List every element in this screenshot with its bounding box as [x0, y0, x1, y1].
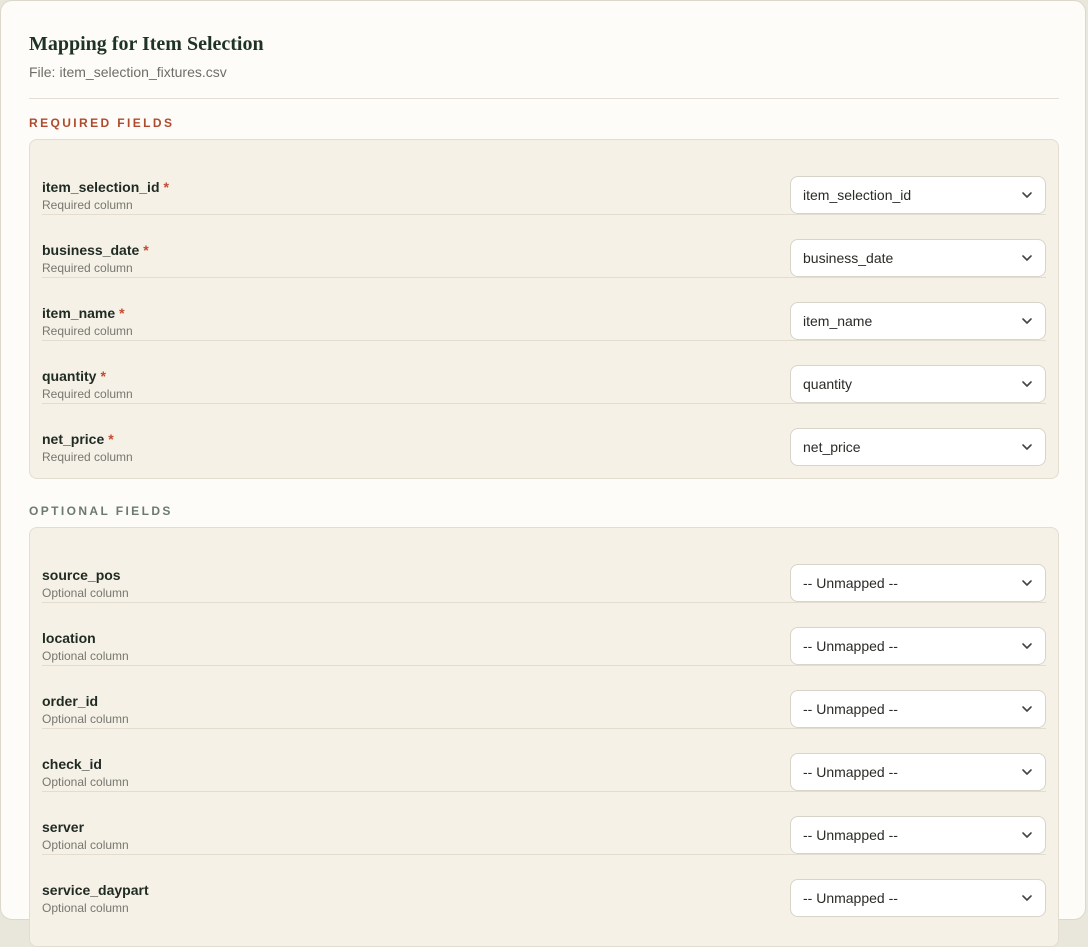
field-row-item-selection-id: item_selection_id * Required column item_… — [42, 152, 1046, 215]
select-value: -- Unmapped -- — [803, 764, 898, 780]
file-name: item_selection_fixtures.csv — [59, 64, 227, 80]
chevron-down-icon — [1022, 381, 1032, 387]
field-name-text: business_date — [42, 242, 140, 258]
field-name: source_pos — [42, 567, 121, 583]
field-row-order-id: order_id Optional column -- Unmapped -- — [42, 666, 1046, 729]
field-row-source-pos: source_pos Optional column -- Unmapped -… — [42, 540, 1046, 603]
chevron-down-icon — [1022, 706, 1032, 712]
select-value: -- Unmapped -- — [803, 701, 898, 717]
chevron-down-icon — [1022, 832, 1032, 838]
column-select-net-price[interactable]: net_price — [790, 428, 1046, 466]
optional-fields-panel: source_pos Optional column -- Unmapped -… — [29, 527, 1059, 947]
column-select-quantity[interactable]: quantity — [790, 365, 1046, 403]
select-value: quantity — [803, 376, 853, 392]
field-description: Required column — [42, 324, 133, 338]
field-description: Optional column — [42, 901, 129, 915]
column-select-source-pos[interactable]: -- Unmapped -- — [790, 564, 1046, 602]
select-value: item_selection_id — [803, 187, 912, 203]
field-description: Optional column — [42, 838, 129, 852]
field-row-location: location Optional column -- Unmapped -- — [42, 603, 1046, 666]
select-value: net_price — [803, 439, 861, 455]
column-select-order-id[interactable]: -- Unmapped -- — [790, 690, 1046, 728]
column-select-check-id[interactable]: -- Unmapped -- — [790, 753, 1046, 791]
chevron-down-icon — [1022, 769, 1032, 775]
select-value: -- Unmapped -- — [803, 890, 898, 906]
required-asterisk: * — [143, 242, 149, 258]
field-name-text: net_price — [42, 431, 105, 447]
field-name: location — [42, 630, 96, 646]
chevron-down-icon — [1022, 192, 1032, 198]
field-name: net_price * — [42, 431, 114, 447]
required-asterisk: * — [100, 368, 106, 384]
field-description: Required column — [42, 198, 133, 212]
chevron-down-icon — [1022, 580, 1032, 586]
field-row-item-name: item_name * Required column item_name — [42, 278, 1046, 341]
mapping-page: Mapping for Item Selection File: item_sel… — [0, 0, 1086, 947]
field-name: quantity * — [42, 368, 106, 384]
field-name-text: item_name — [42, 305, 116, 321]
field-row-check-id: check_id Optional column -- Unmapped -- — [42, 729, 1046, 792]
field-description: Optional column — [42, 775, 129, 789]
column-select-business-date[interactable]: business_date — [790, 239, 1046, 277]
column-select-item-selection-id[interactable]: item_selection_id — [790, 176, 1046, 214]
field-row-server: server Optional column -- Unmapped -- — [42, 792, 1046, 855]
select-value: item_name — [803, 313, 873, 329]
page-title: Mapping for Item Selection — [29, 33, 264, 55]
file-label: File: — [29, 64, 56, 80]
chevron-down-icon — [1022, 318, 1032, 324]
select-value: -- Unmapped -- — [803, 575, 898, 591]
column-select-location[interactable]: -- Unmapped -- — [790, 627, 1046, 665]
chevron-down-icon — [1022, 444, 1032, 450]
chevron-down-icon — [1022, 895, 1032, 901]
field-name: business_date * — [42, 242, 149, 258]
header-divider — [29, 98, 1059, 99]
column-select-server[interactable]: -- Unmapped -- — [790, 816, 1046, 854]
select-value: business_date — [803, 250, 894, 266]
field-description: Required column — [42, 387, 133, 401]
field-name: check_id — [42, 756, 102, 772]
field-row-quantity: quantity * Required column quantity — [42, 341, 1046, 404]
required-fields-panel: item_selection_id * Required column item_… — [29, 139, 1059, 479]
optional-fields-heading: OPTIONAL FIELDS — [29, 504, 173, 518]
field-name-text: item_selection_id — [42, 179, 160, 195]
field-name: service_daypart — [42, 882, 149, 898]
field-description: Optional column — [42, 712, 129, 726]
field-description: Optional column — [42, 586, 129, 600]
field-name: item_name * — [42, 305, 125, 321]
required-asterisk: * — [119, 305, 125, 321]
field-row-net-price: net_price * Required column net_price — [42, 404, 1046, 467]
select-value: -- Unmapped -- — [803, 827, 898, 843]
chevron-down-icon — [1022, 255, 1032, 261]
field-row-business-date: business_date * Required column business_… — [42, 215, 1046, 278]
chevron-down-icon — [1022, 643, 1032, 649]
required-asterisk: * — [163, 179, 169, 195]
required-asterisk: * — [108, 431, 114, 447]
column-select-service-daypart[interactable]: -- Unmapped -- — [790, 879, 1046, 917]
column-select-item-name[interactable]: item_name — [790, 302, 1046, 340]
field-name: server — [42, 819, 85, 835]
field-description: Optional column — [42, 649, 129, 663]
select-value: -- Unmapped -- — [803, 638, 898, 654]
field-description: Required column — [42, 450, 133, 464]
field-name: item_selection_id * — [42, 179, 169, 195]
required-fields-heading: REQUIRED FIELDS — [29, 116, 175, 130]
field-name-text: quantity — [42, 368, 97, 384]
file-info: File: item_selection_fixtures.csv — [29, 64, 227, 80]
field-name: order_id — [42, 693, 99, 709]
field-description: Required column — [42, 261, 133, 275]
field-row-service-daypart: service_daypart Optional column -- Unmap… — [42, 855, 1046, 918]
